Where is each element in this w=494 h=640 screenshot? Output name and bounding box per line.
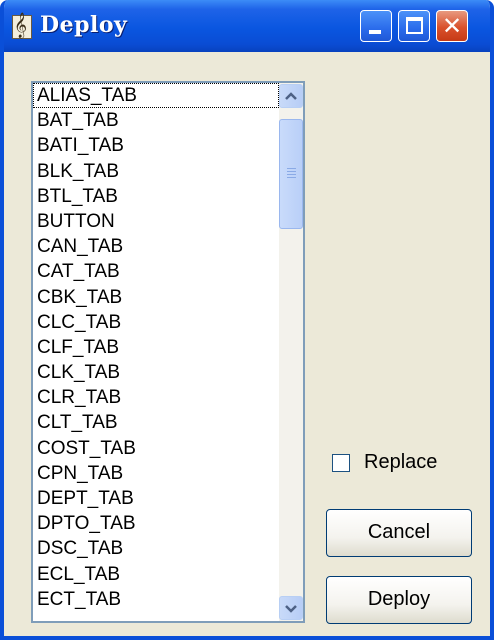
cancel-button[interactable]: Cancel: [326, 509, 472, 557]
list-item[interactable]: CPN_TAB: [33, 461, 279, 486]
list-items: ALIAS_TAB BAT_TAB BATI_TAB BLK_TAB BTL_TAB BU…: [33, 83, 279, 612]
maximize-icon: [406, 17, 423, 34]
music-note-icon: 𝄞: [12, 13, 32, 39]
list-item[interactable]: BAT_TAB: [33, 108, 279, 133]
list-item[interactable]: ECL_TAB: [33, 562, 279, 587]
list-item[interactable]: CLK_TAB: [33, 360, 279, 385]
list-item[interactable]: BUTTON: [33, 209, 279, 234]
list-item[interactable]: DEPT_TAB: [33, 486, 279, 511]
chevron-up-icon: [285, 92, 297, 100]
window-title: Deploy: [40, 12, 128, 38]
list-item[interactable]: DPTO_TAB: [33, 511, 279, 536]
list-item[interactable]: CLR_TAB: [33, 385, 279, 410]
minimize-button[interactable]: [360, 10, 392, 42]
list-item[interactable]: COST_TAB: [33, 436, 279, 461]
list-item[interactable]: CBK_TAB: [33, 285, 279, 310]
maximize-button[interactable]: [398, 10, 430, 42]
list-item[interactable]: CAT_TAB: [33, 259, 279, 284]
scroll-down-button[interactable]: [279, 596, 303, 620]
replace-checkbox[interactable]: [332, 454, 350, 472]
list-item[interactable]: CLF_TAB: [33, 335, 279, 360]
list-item[interactable]: ALIAS_TAB: [33, 83, 279, 109]
minimize-icon: [369, 30, 381, 34]
grip-icon: [287, 168, 296, 178]
list-item[interactable]: BTL_TAB: [33, 184, 279, 209]
list-item[interactable]: ECT_TAB: [33, 587, 279, 612]
close-button[interactable]: ✕: [436, 10, 468, 42]
title-bar[interactable]: 𝄞 Deploy ✕: [4, 0, 490, 52]
list-item[interactable]: BATI_TAB: [33, 133, 279, 158]
vertical-scrollbar[interactable]: [279, 83, 303, 621]
replace-label[interactable]: Replace: [364, 451, 437, 474]
deploy-dialog: 𝄞 Deploy ✕ ALIAS_TAB BAT_TAB BATI_TAB BLK_T…: [0, 0, 494, 640]
scroll-up-button[interactable]: [279, 84, 303, 108]
table-listbox[interactable]: ALIAS_TAB BAT_TAB BATI_TAB BLK_TAB BTL_TAB BU…: [31, 81, 305, 623]
close-icon: ✕: [441, 12, 463, 40]
deploy-button[interactable]: Deploy: [326, 576, 472, 624]
list-item[interactable]: BLK_TAB: [33, 159, 279, 184]
scroll-thumb[interactable]: [279, 119, 303, 229]
list-item[interactable]: DSC_TAB: [33, 536, 279, 561]
list-item[interactable]: CAN_TAB: [33, 234, 279, 259]
list-item[interactable]: CLT_TAB: [33, 410, 279, 435]
chevron-down-icon: [285, 605, 297, 613]
list-item[interactable]: CLC_TAB: [33, 310, 279, 335]
